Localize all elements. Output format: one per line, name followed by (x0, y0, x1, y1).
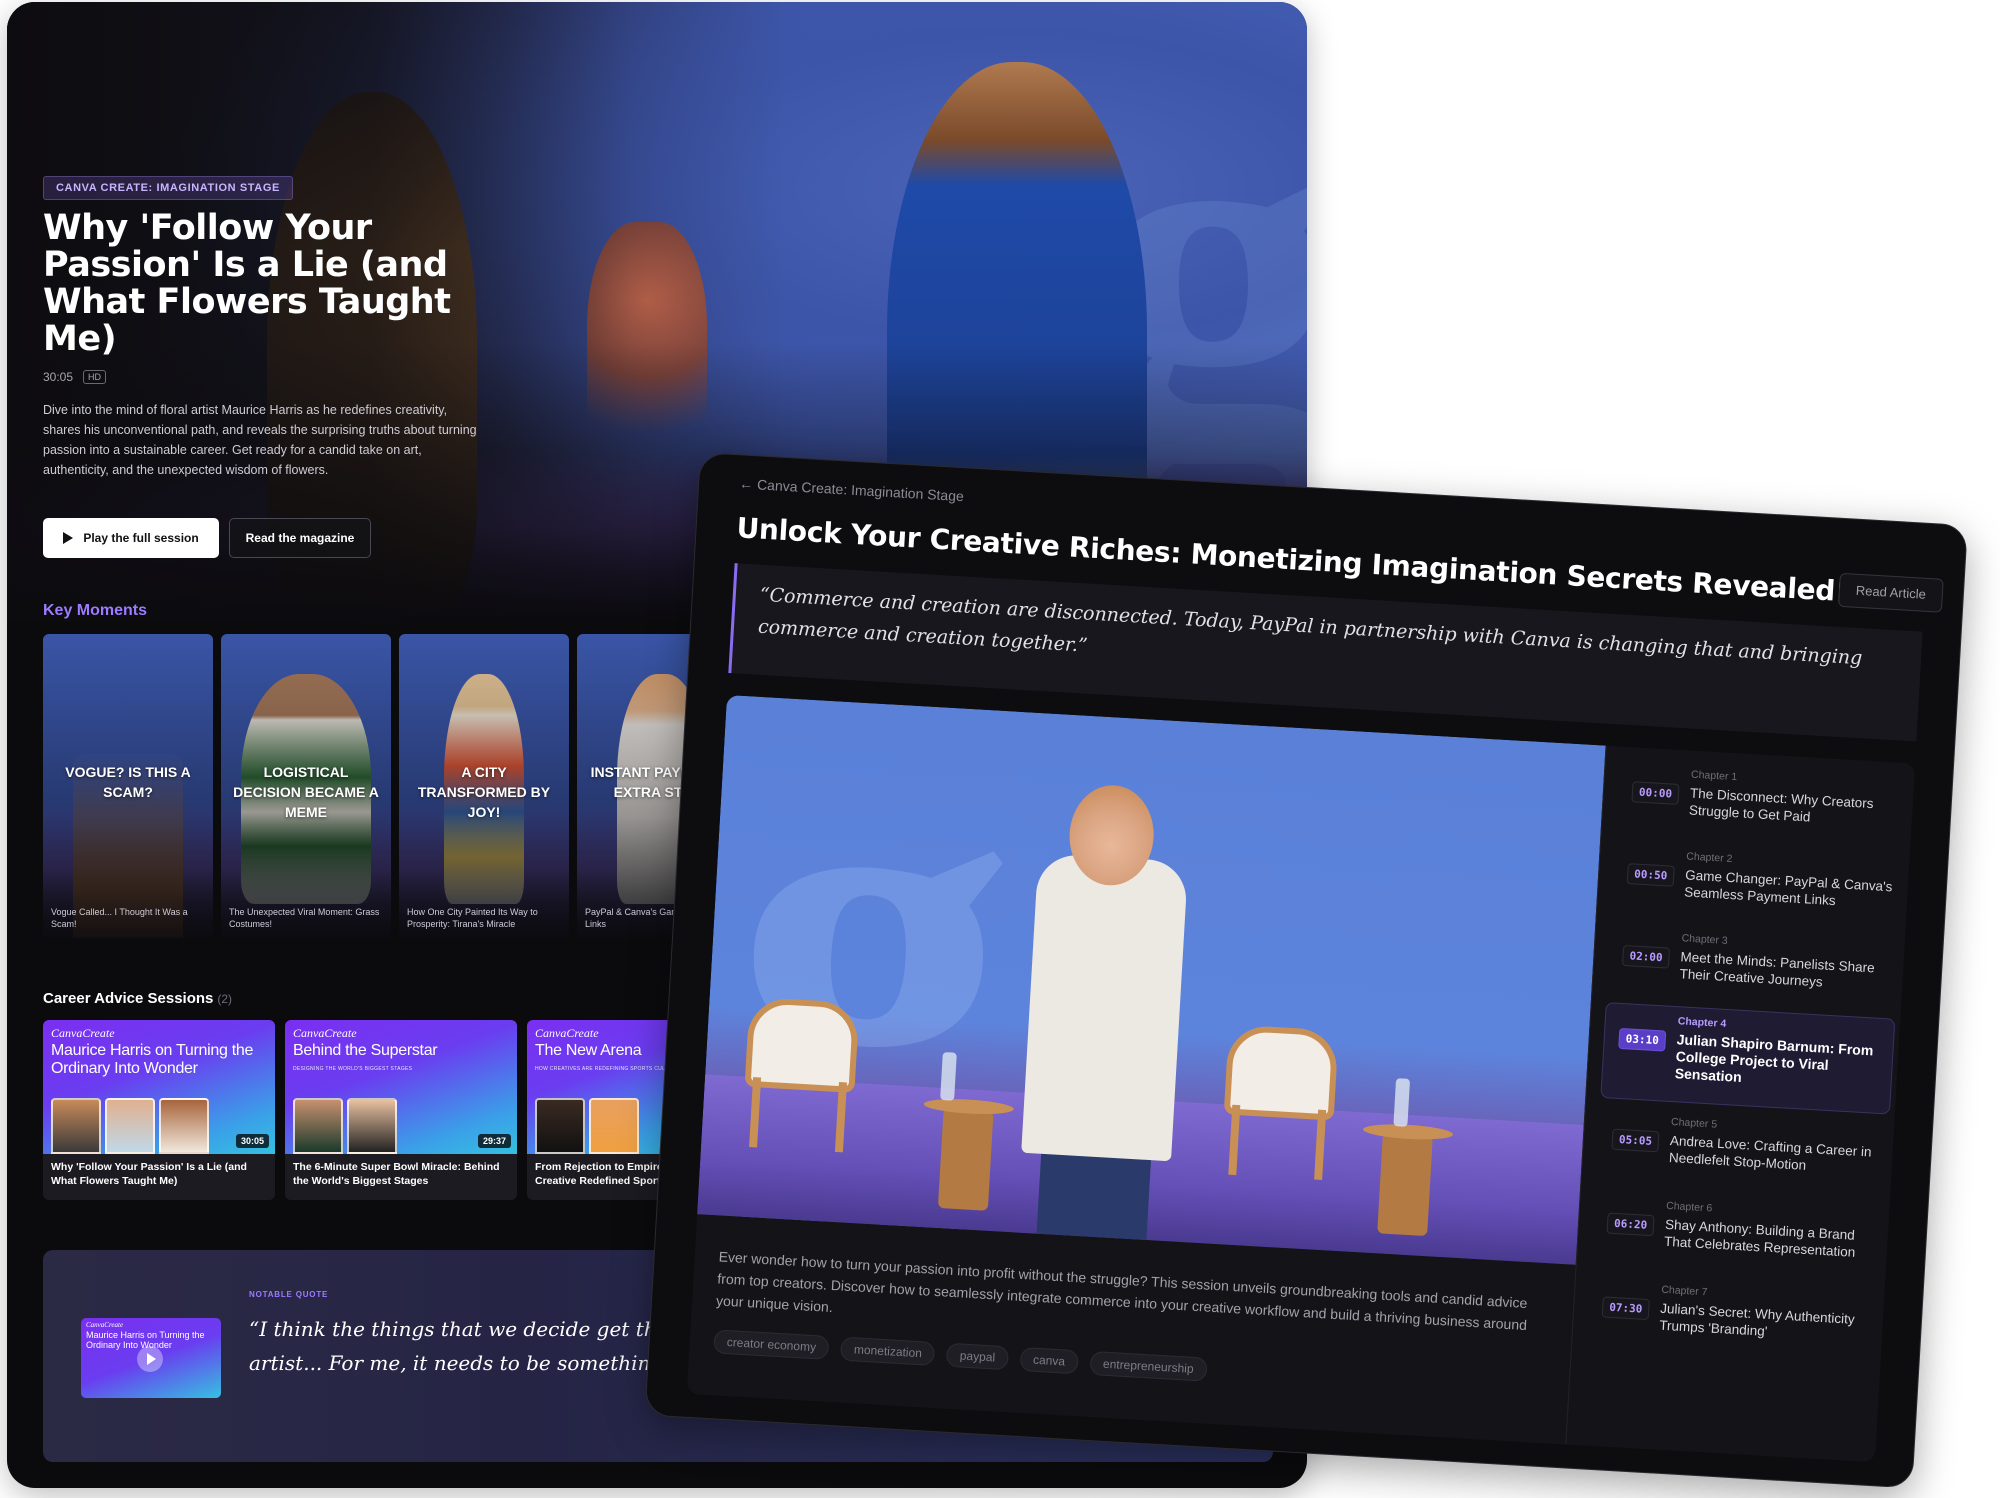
chapter-title: Shay Anthony: Building a Brand That Cele… (1663, 1216, 1856, 1260)
chapter-timestamp: 02:00 (1621, 944, 1671, 969)
chapter-item[interactable]: 00:50 Chapter 2 Game Changer: PayPal & C… (1611, 838, 1905, 935)
play-icon (63, 532, 74, 544)
career-sessions-count: (2) (217, 992, 233, 1006)
chapter-timestamp: 06:20 (1606, 1212, 1655, 1237)
thumbnail-title: Maurice Harris on Turning the Ordinary I… (51, 1042, 254, 1077)
key-moment-card[interactable]: Logistical decision became a meme The Un… (221, 634, 391, 938)
session-title: The 6-Minute Super Bowl Miracle: Behind … (293, 1161, 500, 1187)
chapter-number: Chapter 6 (1665, 1199, 1713, 1215)
chapter-title: The Disconnect: Why Creators Struggle to… (1688, 785, 1874, 825)
play-full-session-button[interactable]: Play the full session (43, 518, 219, 558)
session-description: Dive into the mind of floral artist Maur… (43, 403, 477, 477)
play-button-label: Play the full session (83, 531, 199, 545)
key-moment-subtitle: The Unexpected Viral Moment: Grass Costu… (229, 907, 380, 929)
back-link[interactable]: ← Canva Create: Imagination Stage (739, 475, 964, 504)
chapter-item-active[interactable]: 03:10 Chapter 4 Julian Shapiro Barnum: F… (1600, 1002, 1896, 1115)
tag-chip[interactable]: monetization (840, 1336, 936, 1366)
chapter-number: Chapter 4 (1677, 1015, 1727, 1031)
speaker-image (1021, 853, 1189, 1162)
thumbnail-title: Behind the Superstar (293, 1042, 438, 1059)
chapter-number: Chapter 7 (1661, 1283, 1708, 1299)
article-panel: ← Canva Create: Imagination Stage Unlock… (644, 452, 1968, 1489)
chapter-title: Meet the Minds: Panelists Share Their Cr… (1679, 949, 1876, 990)
session-thumbnail: CanvaCreate Behind the Superstar DESIGNI… (285, 1020, 517, 1154)
read-magazine-button[interactable]: Read the magazine (229, 518, 371, 558)
notable-quote-label: NOTABLE QUOTE (249, 1290, 329, 1299)
tag-chip[interactable]: paypal (946, 1342, 1009, 1371)
session-duration: 29:37 (477, 1134, 511, 1148)
speaker-photo (105, 1098, 155, 1154)
tag-chip[interactable]: entrepreneurship (1089, 1350, 1208, 1382)
event-tag: CANVA CREATE: IMAGINATION STAGE (43, 176, 293, 200)
chapter-item[interactable]: 07:30 Chapter 7 Julian's Secret: Why Aut… (1586, 1272, 1880, 1369)
water-bottle-image (940, 1051, 957, 1101)
key-moment-title: Logistical decision became a meme (233, 764, 379, 820)
quote-video-thumbnail[interactable]: CanvaCreate Maurice Harris on Turning th… (81, 1318, 221, 1398)
thumbnail-subtitle: HOW CREATIVES ARE REDEFINING SPORTS CULT… (535, 1066, 680, 1072)
chapter-item[interactable]: 02:00 Chapter 3 Meet the Minds: Panelist… (1606, 920, 1900, 1017)
hd-badge: HD (83, 370, 107, 384)
key-moment-title: A city transformed by joy! (417, 764, 551, 820)
chapter-timestamp: 00:50 (1626, 863, 1675, 887)
video-player[interactable]: g (697, 694, 1606, 1265)
side-table-image (1357, 1122, 1454, 1237)
chapter-list: 00:00 Chapter 1 The Disconnect: Why Crea… (1565, 745, 1916, 1463)
chapter-number: Chapter 1 (1690, 768, 1738, 784)
canva-create-logo: CanvaCreate (293, 1026, 357, 1040)
career-sessions-title: Career Advice Sessions (43, 990, 214, 1007)
session-card[interactable]: CanvaCreate Maurice Harris on Turning th… (43, 1020, 275, 1200)
chapter-title: Julian's Secret: Why Authenticity Trumps… (1658, 1300, 1856, 1339)
session-duration: 30:05 (235, 1134, 269, 1148)
speaker-photo (589, 1098, 639, 1154)
video-duration: 30:05 (43, 370, 74, 384)
key-moment-card[interactable]: Vogue? Is this a scam? Vogue Called... I… (43, 634, 213, 938)
chair-image (741, 996, 860, 1153)
speaker-photo (159, 1098, 209, 1154)
chapter-timestamp: 00:00 (1631, 781, 1680, 805)
key-moment-card[interactable]: A city transformed by joy! How One City … (399, 634, 569, 938)
speaker-photo (347, 1098, 397, 1154)
canva-create-logo: CanvaCreate (86, 1321, 124, 1329)
video-meta: 30:05 HD (43, 370, 107, 384)
key-moment-subtitle: How One City Painted Its Way to Prosperi… (407, 907, 538, 929)
key-moments-heading: Key Moments (43, 602, 148, 619)
play-icon[interactable] (137, 1346, 163, 1372)
video-section: g Ever wonder how to turn your passion i… (686, 694, 1916, 1463)
session-card[interactable]: CanvaCreate Behind the Superstar DESIGNI… (285, 1020, 517, 1200)
canva-create-logo: CanvaCreate (51, 1026, 115, 1040)
career-sessions-heading: Career Advice Sessions (2) (43, 990, 232, 1007)
key-moment-subtitle: Vogue Called... I Thought It Was a Scam! (51, 907, 188, 929)
session-thumbnail: CanvaCreate Maurice Harris on Turning th… (43, 1020, 275, 1154)
page-title: Why 'Follow Your Passion' Is a Lie (and … (43, 208, 451, 359)
session-title: Why 'Follow Your Passion' Is a Lie (and … (51, 1161, 247, 1187)
thumbnail-subtitle: DESIGNING THE WORLD'S BIGGEST STAGES (293, 1066, 413, 1072)
chapter-item[interactable]: 00:00 Chapter 1 The Disconnect: Why Crea… (1615, 756, 1909, 853)
article-panel-wrapper: ← Canva Create: Imagination Stage Unlock… (644, 452, 1968, 1489)
canva-create-logo: CanvaCreate (535, 1026, 599, 1040)
chapter-title: Andrea Love: Crafting a Career in Needle… (1668, 1132, 1872, 1173)
speaker-photo (51, 1098, 101, 1154)
chair-image (1220, 1024, 1339, 1181)
tag-list: creator economy monetization paypal canv… (713, 1329, 1208, 1382)
read-article-button[interactable]: Read Article (1837, 572, 1944, 613)
chapter-title: Game Changer: PayPal & Canva's Seamless … (1683, 867, 1893, 909)
water-bottle-image (1393, 1078, 1411, 1127)
chapter-number: Chapter 5 (1670, 1116, 1718, 1131)
tag-chip[interactable]: creator economy (713, 1329, 830, 1360)
chapter-item[interactable]: 05:05 Chapter 5 Andrea Love: Crafting a … (1595, 1104, 1889, 1201)
chapter-timestamp: 07:30 (1601, 1296, 1650, 1321)
chapter-number: Chapter 3 (1681, 932, 1729, 947)
chapter-timestamp: 05:05 (1611, 1128, 1660, 1153)
tag-chip[interactable]: canva (1019, 1346, 1079, 1375)
speaker-photo (535, 1098, 585, 1154)
chapter-item[interactable]: 06:20 Chapter 6 Shay Anthony: Building a… (1591, 1188, 1885, 1285)
speaker-photo (293, 1098, 343, 1154)
chapter-title: Julian Shapiro Barnum: From College Proj… (1674, 1031, 1874, 1085)
key-moment-title: Vogue? Is this a scam? (65, 764, 191, 800)
chapter-number: Chapter 2 (1686, 850, 1733, 866)
side-table-image (918, 1096, 1015, 1212)
chapter-timestamp: 03:10 (1618, 1027, 1667, 1052)
